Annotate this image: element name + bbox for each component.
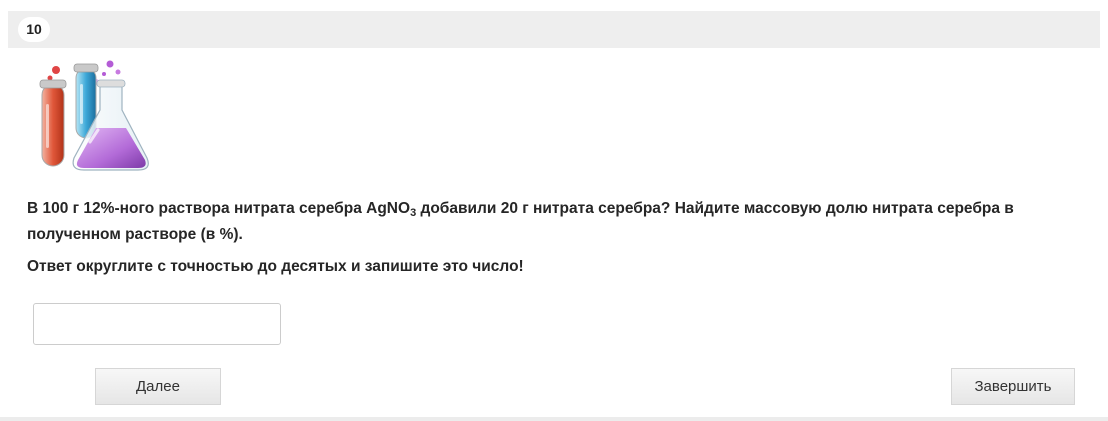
answer-input[interactable] bbox=[33, 303, 281, 345]
answer-instruction: Ответ округлите с точностью до десятых и… bbox=[27, 258, 524, 275]
question-number-badge: 10 bbox=[18, 17, 50, 42]
test-page: 10 В 100 г 12%-ного раствора нитрата сер… bbox=[0, 0, 1108, 421]
question-text-part1: В 100 г 12%-ного раствора нитрата серебр… bbox=[27, 200, 411, 217]
question-header: 10 bbox=[8, 11, 1100, 48]
next-button[interactable]: Далее bbox=[95, 368, 221, 405]
chemistry-flasks-icon bbox=[34, 58, 154, 176]
bottom-divider bbox=[0, 417, 1108, 421]
finish-button[interactable]: Завершить bbox=[951, 368, 1075, 405]
question-text: В 100 г 12%-ного раствора нитрата серебр… bbox=[27, 196, 1087, 248]
